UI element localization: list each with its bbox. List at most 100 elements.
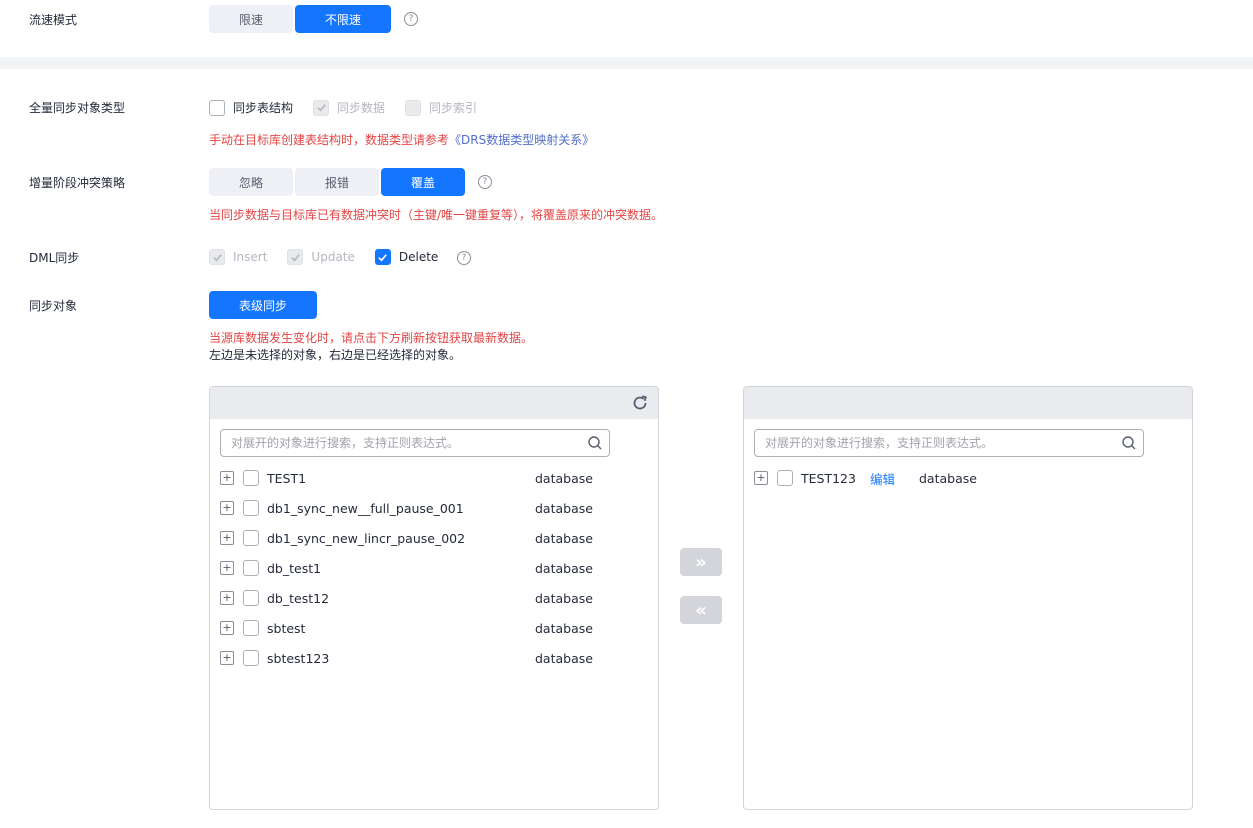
drs-mapping-link[interactable]: 《DRS数据类型映射关系》: [449, 133, 594, 147]
search-icon[interactable]: [587, 435, 603, 451]
sync-index-option: 同步索引: [405, 99, 477, 116]
conflict-note: 当同步数据与目标库已有数据冲突时（主键/唯一键重复等），将覆盖原来的冲突数据。: [209, 208, 664, 222]
dml-update-option: Update: [287, 249, 355, 265]
sync-data-checkbox: [313, 99, 330, 116]
list-item: + TEST1 database: [220, 468, 650, 488]
speed-mode-help-icon[interactable]: ?: [404, 12, 418, 26]
item-checkbox[interactable]: [243, 470, 259, 486]
sync-index-text: 同步索引: [429, 101, 478, 115]
conflict-strategy-label: 增量阶段冲突策略: [29, 176, 126, 190]
table-level-sync-button[interactable]: 表级同步: [209, 291, 317, 319]
list-item: + db1_sync_new__full_pause_001 database: [220, 498, 650, 518]
sync-data-text: 同步数据: [337, 101, 386, 115]
sync-index-checkbox: [405, 99, 422, 116]
dml-insert-text: Insert: [233, 250, 268, 264]
item-type: database: [535, 530, 593, 546]
speed-limit-option[interactable]: 限速: [209, 5, 293, 33]
item-type: database: [535, 650, 593, 666]
conflict-strategy-switch: 忽略 报错 覆盖: [209, 168, 467, 196]
selected-search-input[interactable]: [765, 436, 1121, 450]
dml-delete-text: Delete: [398, 250, 439, 264]
expand-icon[interactable]: +: [220, 501, 234, 515]
item-name: TEST123: [801, 470, 856, 486]
dml-sync-label: DML同步: [29, 251, 80, 265]
selection-hint: 左边是未选择的对象，右边是已经选择的对象。: [209, 348, 462, 362]
item-checkbox[interactable]: [243, 560, 259, 576]
full-sync-label: 全量同步对象类型: [29, 101, 126, 115]
check-icon: [212, 253, 222, 261]
list-item: + sbtest database: [220, 618, 650, 638]
expand-icon[interactable]: +: [220, 531, 234, 545]
check-icon: [291, 253, 300, 261]
expand-icon[interactable]: +: [754, 471, 768, 485]
expand-icon[interactable]: +: [220, 591, 234, 605]
conflict-help-icon[interactable]: ?: [478, 175, 492, 189]
refresh-hint: 当源库数据发生变化时，请点击下方刷新按钮获取最新数据。: [209, 331, 534, 345]
item-name: sbtest: [267, 620, 306, 636]
dml-delete-checkbox[interactable]: [374, 249, 391, 265]
conflict-overwrite-option[interactable]: 覆盖: [381, 168, 465, 196]
full-sync-note-text: 手动在目标库创建表结构时，数据类型请参考: [209, 133, 450, 147]
item-type: database: [535, 590, 593, 606]
item-type: database: [918, 470, 977, 486]
speed-mode-switch: 限速 不限速: [209, 5, 393, 33]
dml-insert-option: Insert: [209, 249, 267, 265]
dml-help-icon[interactable]: ?: [457, 251, 471, 265]
dml-options: Insert Update Delete: [209, 249, 458, 265]
list-item: + db_test1 database: [220, 558, 650, 578]
item-name: db_test12: [267, 590, 330, 606]
expand-icon[interactable]: +: [220, 561, 234, 575]
list-item: + db1_sync_new_lincr_pause_002 database: [220, 528, 650, 548]
expand-icon[interactable]: +: [220, 651, 234, 665]
edit-link[interactable]: 编辑: [870, 469, 895, 488]
full-sync-note: 手动在目标库创建表结构时，数据类型请参考《DRS数据类型映射关系》: [209, 131, 594, 148]
item-checkbox[interactable]: [243, 650, 259, 666]
selected-search-box[interactable]: [754, 429, 1144, 457]
item-checkbox[interactable]: [243, 590, 259, 606]
conflict-ignore-option[interactable]: 忽略: [209, 168, 293, 196]
item-type: database: [535, 470, 593, 486]
list-item: + sbtest123 database: [220, 648, 650, 668]
source-search-box[interactable]: [220, 429, 610, 457]
item-name: sbtest123: [267, 650, 330, 666]
item-type: database: [535, 560, 593, 576]
sync-structure-text: 同步表结构: [233, 101, 294, 115]
check-icon: [378, 253, 388, 261]
expand-icon[interactable]: +: [220, 621, 234, 635]
selected-panel-header: [744, 387, 1192, 419]
search-icon[interactable]: [1121, 435, 1137, 451]
sync-structure-checkbox[interactable]: [209, 99, 225, 116]
item-checkbox[interactable]: [243, 500, 259, 516]
item-name: TEST1: [267, 470, 307, 486]
item-name: db1_sync_new__full_pause_001: [267, 500, 464, 516]
item-checkbox[interactable]: [243, 620, 259, 636]
item-name: db_test1: [267, 560, 322, 576]
item-type: database: [535, 620, 593, 636]
remove-selected-button[interactable]: «: [680, 596, 722, 624]
item-name: db1_sync_new_lincr_pause_002: [267, 530, 466, 546]
expand-icon[interactable]: +: [220, 471, 234, 485]
source-search-input[interactable]: [231, 436, 587, 450]
speed-card: [0, 0, 1253, 57]
item-type: database: [535, 500, 593, 516]
refresh-icon[interactable]: [630, 393, 650, 413]
dml-delete-option[interactable]: Delete: [374, 249, 439, 265]
selected-objects-panel: + TEST123 编辑 database: [743, 386, 1193, 810]
item-checkbox[interactable]: [777, 470, 793, 486]
dml-insert-checkbox: [209, 249, 225, 265]
dml-update-text: Update: [311, 250, 355, 264]
sync-data-option: 同步数据: [313, 99, 385, 116]
sync-objects-label: 同步对象: [29, 299, 78, 313]
speed-unlimited-option[interactable]: 不限速: [295, 5, 391, 33]
list-item: + TEST123 编辑 database: [754, 468, 1184, 488]
dml-update-checkbox: [287, 249, 304, 265]
check-icon: [316, 104, 326, 112]
item-checkbox[interactable]: [243, 530, 259, 546]
sync-structure-option[interactable]: 同步表结构: [209, 99, 293, 116]
conflict-error-option[interactable]: 报错: [295, 168, 379, 196]
full-sync-options: 同步表结构 同步数据 同步索引: [209, 99, 497, 116]
source-objects-panel: + TEST1 database + db1_sync_new__full_pa…: [209, 386, 659, 810]
source-panel-header: [210, 387, 658, 419]
add-selected-button[interactable]: »: [680, 548, 722, 576]
speed-mode-label: 流速模式: [29, 13, 78, 27]
